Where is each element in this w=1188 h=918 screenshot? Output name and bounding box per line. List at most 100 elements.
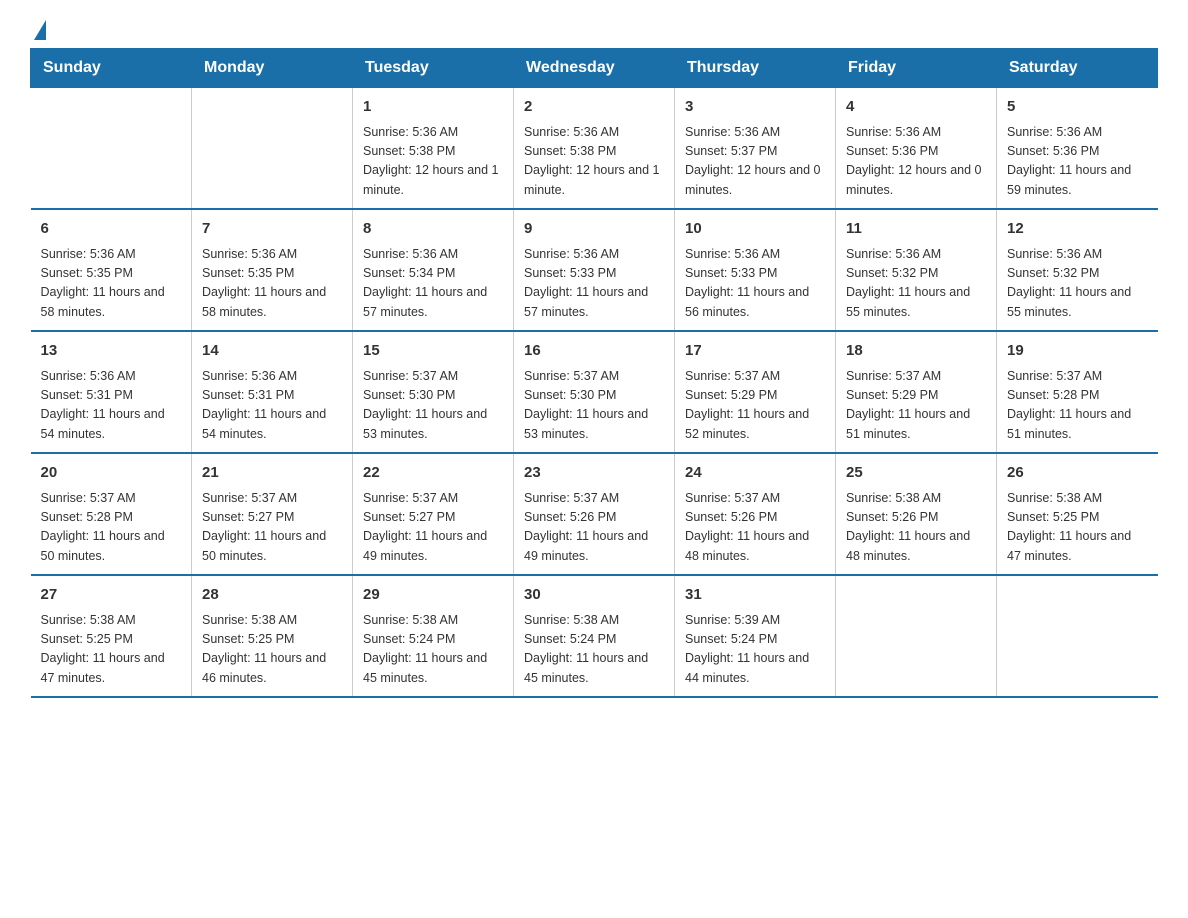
day-number: 2 (524, 96, 664, 119)
calendar-cell: 25 Sunrise: 5:38 AM Sunset: 5:26 PM Dayli… (836, 453, 997, 575)
day-info: Sunrise: 5:38 AM Sunset: 5:26 PM Dayligh… (846, 489, 986, 567)
day-info: Sunrise: 5:38 AM Sunset: 5:25 PM Dayligh… (202, 611, 342, 689)
day-number: 3 (685, 96, 825, 119)
calendar-cell: 31 Sunrise: 5:39 AM Sunset: 5:24 PM Dayli… (675, 575, 836, 697)
calendar-cell: 23 Sunrise: 5:37 AM Sunset: 5:26 PM Dayli… (514, 453, 675, 575)
logo-triangle-icon (34, 20, 46, 40)
day-number: 4 (846, 96, 986, 119)
calendar-header: SundayMondayTuesdayWednesdayThursdayFrid… (31, 49, 1158, 88)
page-header (30, 20, 1158, 38)
day-info: Sunrise: 5:37 AM Sunset: 5:26 PM Dayligh… (524, 489, 664, 567)
day-number: 13 (41, 340, 182, 363)
day-info: Sunrise: 5:38 AM Sunset: 5:25 PM Dayligh… (1007, 489, 1148, 567)
day-info: Sunrise: 5:38 AM Sunset: 5:24 PM Dayligh… (363, 611, 503, 689)
day-number: 29 (363, 584, 503, 607)
day-info: Sunrise: 5:36 AM Sunset: 5:31 PM Dayligh… (41, 367, 182, 445)
day-info: Sunrise: 5:37 AM Sunset: 5:29 PM Dayligh… (846, 367, 986, 445)
day-info: Sunrise: 5:36 AM Sunset: 5:36 PM Dayligh… (846, 123, 986, 201)
day-number: 19 (1007, 340, 1148, 363)
day-info: Sunrise: 5:37 AM Sunset: 5:28 PM Dayligh… (1007, 367, 1148, 445)
day-number: 11 (846, 218, 986, 241)
calendar-cell (997, 575, 1158, 697)
header-day-tuesday: Tuesday (353, 49, 514, 88)
calendar-week-row: 6 Sunrise: 5:36 AM Sunset: 5:35 PM Daylig… (31, 209, 1158, 331)
header-day-thursday: Thursday (675, 49, 836, 88)
day-number: 25 (846, 462, 986, 485)
calendar-cell: 3 Sunrise: 5:36 AM Sunset: 5:37 PM Daylig… (675, 88, 836, 210)
day-number: 27 (41, 584, 182, 607)
calendar-cell: 22Sunrise: 5:37 AM Sunset: 5:27 PM Dayli… (353, 453, 514, 575)
day-number: 18 (846, 340, 986, 363)
day-number: 7 (202, 218, 342, 241)
calendar-cell: 26 Sunrise: 5:38 AM Sunset: 5:25 PM Dayli… (997, 453, 1158, 575)
day-number: 31 (685, 584, 825, 607)
day-info: Sunrise: 5:37 AM Sunset: 5:29 PM Dayligh… (685, 367, 825, 445)
day-info: Sunrise: 5:36 AM Sunset: 5:35 PM Dayligh… (41, 245, 182, 323)
calendar-cell: 21Sunrise: 5:37 AM Sunset: 5:27 PM Dayli… (192, 453, 353, 575)
day-number: 10 (685, 218, 825, 241)
day-info: Sunrise: 5:38 AM Sunset: 5:25 PM Dayligh… (41, 611, 182, 689)
calendar-cell: 30 Sunrise: 5:38 AM Sunset: 5:24 PM Dayli… (514, 575, 675, 697)
calendar-cell: 13 Sunrise: 5:36 AM Sunset: 5:31 PM Dayli… (31, 331, 192, 453)
day-info: Sunrise: 5:37 AM Sunset: 5:26 PM Dayligh… (685, 489, 825, 567)
day-number: 26 (1007, 462, 1148, 485)
day-info: Sunrise: 5:39 AM Sunset: 5:24 PM Dayligh… (685, 611, 825, 689)
day-number: 14 (202, 340, 342, 363)
calendar-cell: 6 Sunrise: 5:36 AM Sunset: 5:35 PM Daylig… (31, 209, 192, 331)
calendar-cell: 18 Sunrise: 5:37 AM Sunset: 5:29 PM Dayli… (836, 331, 997, 453)
calendar-cell: 19 Sunrise: 5:37 AM Sunset: 5:28 PM Dayli… (997, 331, 1158, 453)
calendar-cell: 14 Sunrise: 5:36 AM Sunset: 5:31 PM Dayli… (192, 331, 353, 453)
day-number: 6 (41, 218, 182, 241)
day-info: Sunrise: 5:36 AM Sunset: 5:32 PM Dayligh… (846, 245, 986, 323)
day-info: Sunrise: 5:36 AM Sunset: 5:37 PM Dayligh… (685, 123, 825, 201)
calendar-table: SundayMondayTuesdayWednesdayThursdayFrid… (30, 48, 1158, 698)
day-number: 24 (685, 462, 825, 485)
header-day-monday: Monday (192, 49, 353, 88)
day-number: 30 (524, 584, 664, 607)
day-number: 1 (363, 96, 503, 119)
calendar-cell: 10 Sunrise: 5:36 AM Sunset: 5:33 PM Dayli… (675, 209, 836, 331)
calendar-cell: 5 Sunrise: 5:36 AM Sunset: 5:36 PM Daylig… (997, 88, 1158, 210)
calendar-cell: 1Sunrise: 5:36 AM Sunset: 5:38 PM Daylig… (353, 88, 514, 210)
header-day-wednesday: Wednesday (514, 49, 675, 88)
day-info: Sunrise: 5:36 AM Sunset: 5:31 PM Dayligh… (202, 367, 342, 445)
calendar-header-row: SundayMondayTuesdayWednesdayThursdayFrid… (31, 49, 1158, 88)
day-number: 17 (685, 340, 825, 363)
day-info: Sunrise: 5:36 AM Sunset: 5:36 PM Dayligh… (1007, 123, 1148, 201)
calendar-week-row: 27 Sunrise: 5:38 AM Sunset: 5:25 PM Dayli… (31, 575, 1158, 697)
calendar-cell (31, 88, 192, 210)
calendar-cell: 4 Sunrise: 5:36 AM Sunset: 5:36 PM Daylig… (836, 88, 997, 210)
calendar-body: 1Sunrise: 5:36 AM Sunset: 5:38 PM Daylig… (31, 88, 1158, 698)
day-info: Sunrise: 5:36 AM Sunset: 5:34 PM Dayligh… (363, 245, 503, 323)
day-number: 5 (1007, 96, 1148, 119)
calendar-cell: 7Sunrise: 5:36 AM Sunset: 5:35 PM Daylig… (192, 209, 353, 331)
day-number: 12 (1007, 218, 1148, 241)
calendar-cell: 12Sunrise: 5:36 AM Sunset: 5:32 PM Dayli… (997, 209, 1158, 331)
calendar-cell: 16Sunrise: 5:37 AM Sunset: 5:30 PM Dayli… (514, 331, 675, 453)
day-number: 28 (202, 584, 342, 607)
day-info: Sunrise: 5:38 AM Sunset: 5:24 PM Dayligh… (524, 611, 664, 689)
calendar-cell: 15 Sunrise: 5:37 AM Sunset: 5:30 PM Dayli… (353, 331, 514, 453)
day-number: 16 (524, 340, 664, 363)
day-info: Sunrise: 5:37 AM Sunset: 5:28 PM Dayligh… (41, 489, 182, 567)
header-day-sunday: Sunday (31, 49, 192, 88)
logo (30, 20, 46, 38)
calendar-cell: 24 Sunrise: 5:37 AM Sunset: 5:26 PM Dayli… (675, 453, 836, 575)
day-info: Sunrise: 5:36 AM Sunset: 5:33 PM Dayligh… (685, 245, 825, 323)
calendar-cell (836, 575, 997, 697)
calendar-cell: 27 Sunrise: 5:38 AM Sunset: 5:25 PM Dayli… (31, 575, 192, 697)
day-number: 21 (202, 462, 342, 485)
calendar-week-row: 13 Sunrise: 5:36 AM Sunset: 5:31 PM Dayli… (31, 331, 1158, 453)
calendar-cell: 28 Sunrise: 5:38 AM Sunset: 5:25 PM Dayli… (192, 575, 353, 697)
calendar-cell (192, 88, 353, 210)
day-number: 15 (363, 340, 503, 363)
calendar-cell: 17 Sunrise: 5:37 AM Sunset: 5:29 PM Dayli… (675, 331, 836, 453)
day-number: 23 (524, 462, 664, 485)
calendar-cell: 20Sunrise: 5:37 AM Sunset: 5:28 PM Dayli… (31, 453, 192, 575)
header-day-saturday: Saturday (997, 49, 1158, 88)
day-info: Sunrise: 5:36 AM Sunset: 5:33 PM Dayligh… (524, 245, 664, 323)
day-info: Sunrise: 5:37 AM Sunset: 5:30 PM Dayligh… (363, 367, 503, 445)
calendar-cell: 8 Sunrise: 5:36 AM Sunset: 5:34 PM Daylig… (353, 209, 514, 331)
calendar-cell: 9Sunrise: 5:36 AM Sunset: 5:33 PM Daylig… (514, 209, 675, 331)
day-number: 8 (363, 218, 503, 241)
